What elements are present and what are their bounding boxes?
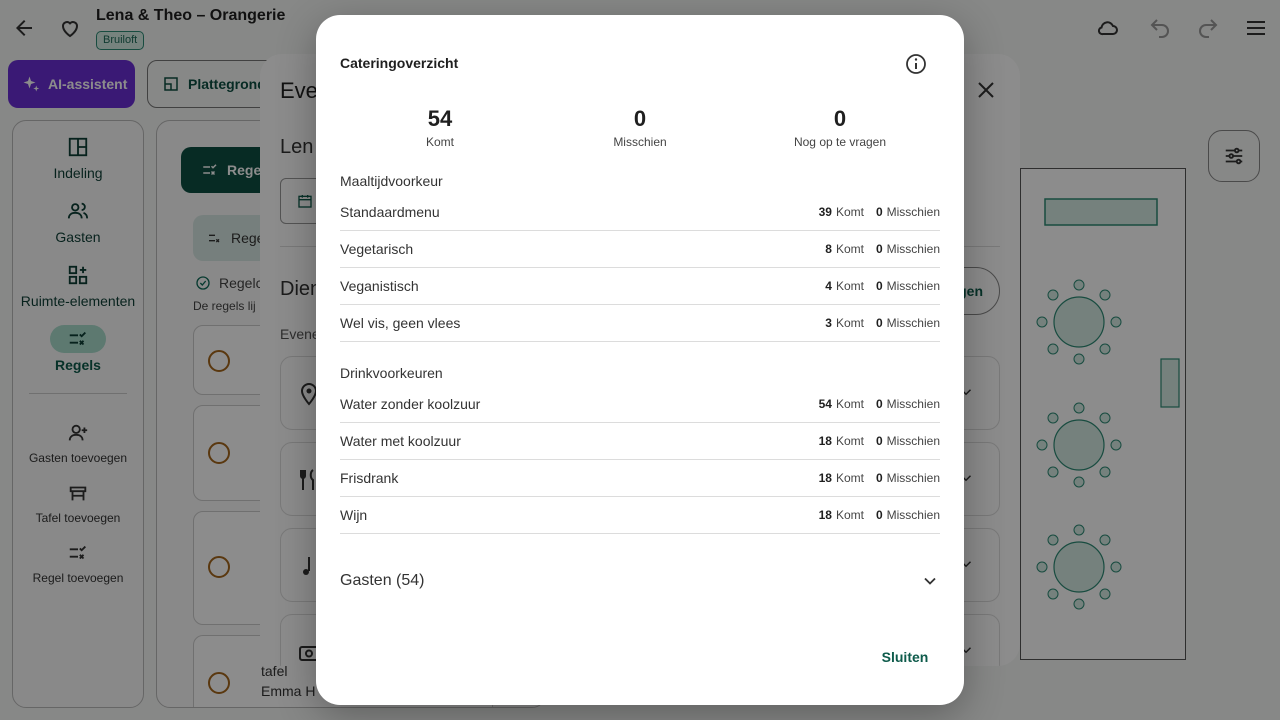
info-icon[interactable] bbox=[904, 52, 928, 76]
preference-name: Veganistisch bbox=[340, 278, 419, 294]
misschien-value: 0 bbox=[875, 242, 883, 256]
dialog-title: Cateringoverzicht bbox=[340, 55, 459, 71]
komt-label: Komt bbox=[835, 471, 864, 485]
komt-value: 39 bbox=[818, 205, 832, 219]
komt-label: Komt bbox=[835, 397, 864, 411]
misschien-label: Misschien bbox=[886, 316, 940, 330]
preference-row: Frisdrank 18 Komt 0 Misschien bbox=[340, 460, 940, 497]
preference-counts: 3 Komt 0 Misschien bbox=[825, 316, 940, 330]
misschien-count: 0 Misschien bbox=[876, 471, 940, 485]
catering-overview-dialog: Cateringoverzicht 54 Komt 0 Misschien 0 … bbox=[316, 15, 964, 705]
misschien-value: 0 bbox=[875, 397, 883, 411]
stat-label: Misschien bbox=[613, 135, 667, 149]
preference-row: Water zonder koolzuur 54 Komt 0 Misschien bbox=[340, 386, 940, 423]
preference-name: Vegetarisch bbox=[340, 241, 414, 257]
komt-count: 54 Komt bbox=[819, 397, 864, 411]
guests-expander[interactable]: Gasten (54) bbox=[340, 563, 940, 599]
misschien-value: 0 bbox=[875, 205, 883, 219]
komt-count: 39 Komt bbox=[819, 205, 864, 219]
komt-label: Komt bbox=[835, 205, 864, 219]
komt-count: 18 Komt bbox=[819, 434, 864, 448]
komt-value: 8 bbox=[825, 242, 832, 256]
komt-value: 4 bbox=[825, 279, 832, 293]
close-button[interactable]: Sluiten bbox=[870, 643, 940, 671]
preference-name: Water met koolzuur bbox=[340, 433, 461, 449]
komt-label: Komt bbox=[835, 434, 864, 448]
komt-label: Komt bbox=[835, 316, 864, 330]
stat-nog-op-te-vragen: 0 Nog op te vragen bbox=[740, 106, 940, 150]
misschien-count: 0 Misschien bbox=[876, 434, 940, 448]
misschien-label: Misschien bbox=[886, 279, 940, 293]
misschien-label: Misschien bbox=[886, 471, 940, 485]
preference-counts: 18 Komt 0 Misschien bbox=[819, 508, 940, 522]
komt-count: 8 Komt bbox=[825, 242, 864, 256]
komt-value: 18 bbox=[818, 434, 832, 448]
preference-counts: 18 Komt 0 Misschien bbox=[819, 434, 940, 448]
komt-label: Komt bbox=[835, 279, 864, 293]
meal-preference-heading: Maaltijdvoorkeur bbox=[340, 173, 443, 189]
chevron-down-icon bbox=[920, 571, 940, 591]
misschien-count: 0 Misschien bbox=[876, 242, 940, 256]
misschien-value: 0 bbox=[875, 508, 883, 522]
komt-count: 3 Komt bbox=[825, 316, 864, 330]
misschien-value: 0 bbox=[875, 279, 883, 293]
guests-label: Gasten (54) bbox=[340, 572, 425, 589]
stat-label: Komt bbox=[425, 135, 454, 149]
komt-count: 18 Komt bbox=[819, 508, 864, 522]
misschien-count: 0 Misschien bbox=[876, 397, 940, 411]
misschien-count: 0 Misschien bbox=[876, 316, 940, 330]
preference-row: Veganistisch 4 Komt 0 Misschien bbox=[340, 268, 940, 305]
komt-count: 4 Komt bbox=[825, 279, 864, 293]
komt-value: 18 bbox=[818, 508, 832, 522]
misschien-value: 0 bbox=[875, 316, 883, 330]
stat-value: 0 bbox=[633, 106, 647, 131]
preference-counts: 8 Komt 0 Misschien bbox=[825, 242, 940, 256]
stat-value: 54 bbox=[427, 106, 453, 131]
preference-row: Vegetarisch 8 Komt 0 Misschien bbox=[340, 231, 940, 268]
preference-name: Water zonder koolzuur bbox=[340, 396, 481, 412]
preference-name: Wijn bbox=[340, 507, 368, 523]
misschien-value: 0 bbox=[875, 471, 883, 485]
komt-label: Komt bbox=[835, 508, 864, 522]
drink-preference-heading: Drinkvoorkeuren bbox=[340, 365, 443, 381]
preference-counts: 18 Komt 0 Misschien bbox=[819, 471, 940, 485]
preference-name: Wel vis, geen vlees bbox=[340, 315, 461, 331]
preference-counts: 39 Komt 0 Misschien bbox=[819, 205, 940, 219]
komt-count: 18 Komt bbox=[819, 471, 864, 485]
stat-komt: 54 Komt bbox=[340, 106, 540, 150]
komt-label: Komt bbox=[835, 242, 864, 256]
preference-row: Wel vis, geen vlees 3 Komt 0 Misschien bbox=[340, 305, 940, 342]
stat-value: 0 bbox=[833, 106, 847, 131]
komt-value: 3 bbox=[825, 316, 832, 330]
misschien-label: Misschien bbox=[886, 242, 940, 256]
stat-misschien: 0 Misschien bbox=[540, 106, 740, 150]
komt-value: 54 bbox=[818, 397, 832, 411]
preference-row: Wijn 18 Komt 0 Misschien bbox=[340, 497, 940, 534]
stat-label: Nog op te vragen bbox=[793, 135, 887, 149]
misschien-count: 0 Misschien bbox=[876, 508, 940, 522]
preference-name: Standaardmenu bbox=[340, 204, 440, 220]
misschien-count: 0 Misschien bbox=[876, 205, 940, 219]
misschien-label: Misschien bbox=[886, 205, 940, 219]
preference-name: Frisdrank bbox=[340, 470, 399, 486]
preference-counts: 4 Komt 0 Misschien bbox=[825, 279, 940, 293]
preference-counts: 54 Komt 0 Misschien bbox=[819, 397, 940, 411]
misschien-label: Misschien bbox=[886, 397, 940, 411]
misschien-count: 0 Misschien bbox=[876, 279, 940, 293]
preference-row: Water met koolzuur 18 Komt 0 Misschien bbox=[340, 423, 940, 460]
misschien-label: Misschien bbox=[886, 508, 940, 522]
komt-value: 18 bbox=[818, 471, 832, 485]
preference-row: Standaardmenu 39 Komt 0 Misschien bbox=[340, 194, 940, 231]
misschien-label: Misschien bbox=[886, 434, 940, 448]
misschien-value: 0 bbox=[875, 434, 883, 448]
